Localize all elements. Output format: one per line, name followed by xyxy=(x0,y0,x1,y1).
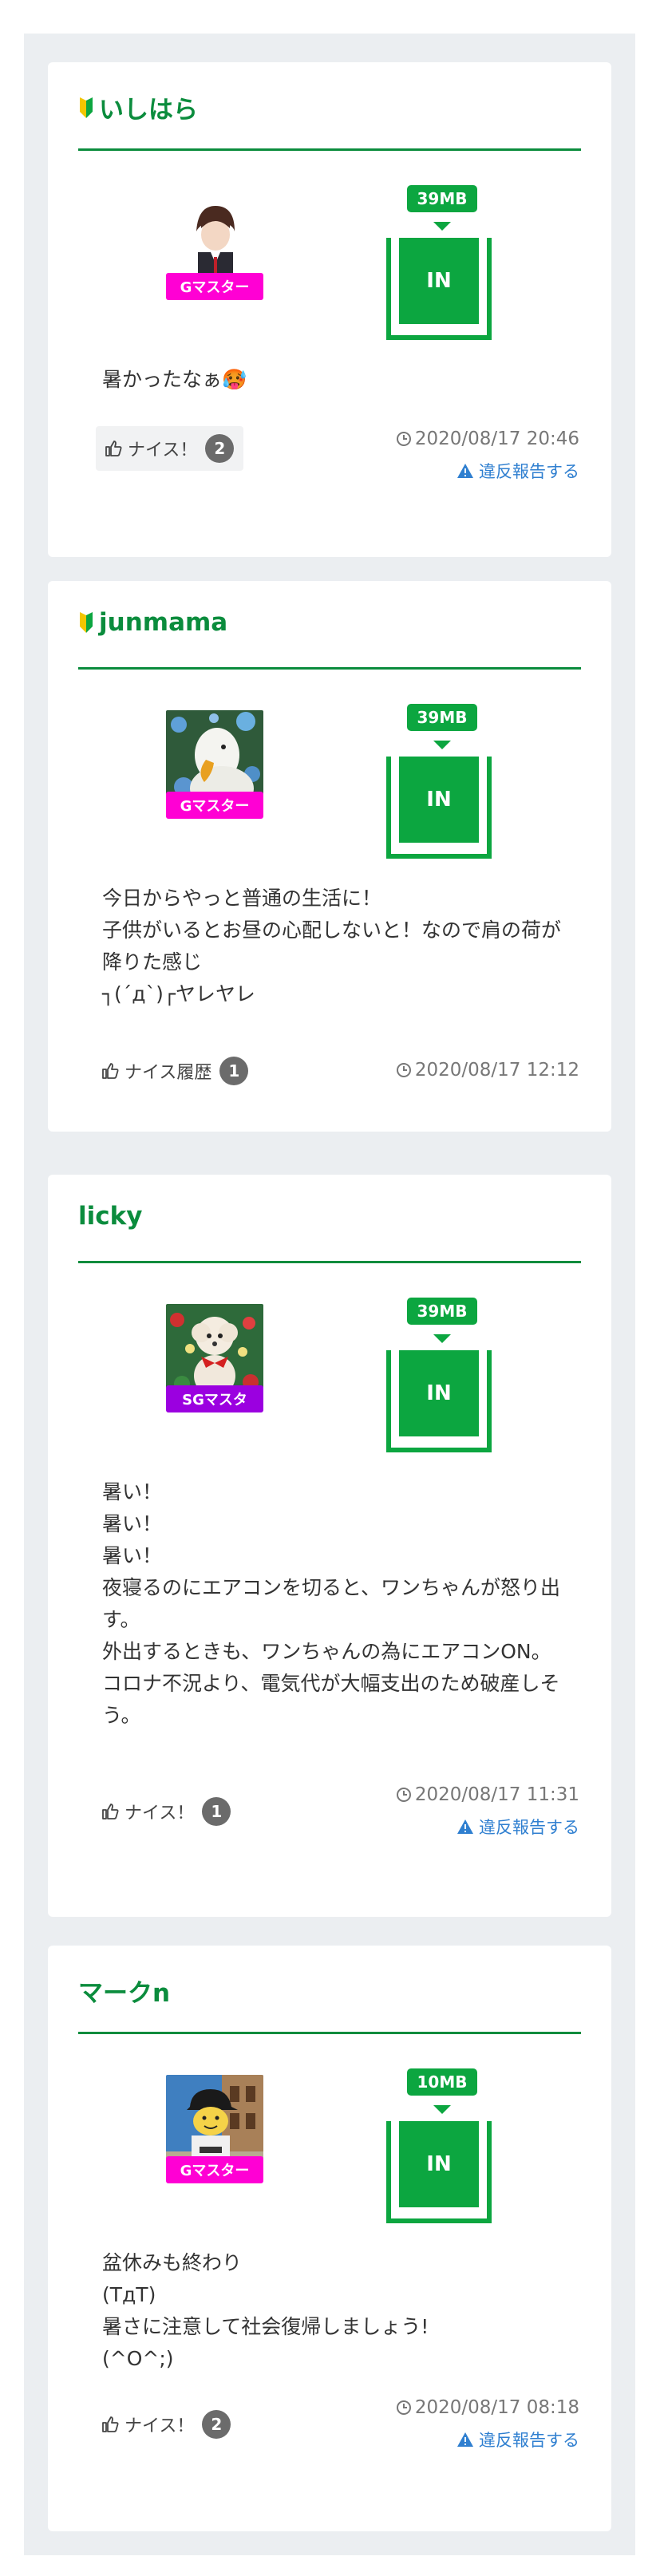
nice-label: ナイス！ xyxy=(125,1804,195,1823)
status-box: IN xyxy=(386,757,492,859)
post-body: 暑い！ 暑い！ 暑い！ 夜寝るのにエアコンを切ると、ワンちゃんが怒り出す。 外出… xyxy=(102,1480,561,1727)
post-date: 2020/08/17 12:12 xyxy=(396,1060,579,1081)
post-body: 盆休みも終わり (TдT) 暑さに注意して社会復帰しましょう! (^O^;) xyxy=(102,2251,429,2370)
nice-button[interactable]: ナイス！ 2 xyxy=(101,2402,231,2447)
post-author[interactable]: いしはら xyxy=(78,89,198,125)
status-box: IN xyxy=(386,2121,492,2223)
header-divider xyxy=(78,1261,581,1263)
post-author[interactable]: マークn xyxy=(78,1973,170,2009)
header-divider xyxy=(78,148,581,151)
nice-label: ナイス！ xyxy=(128,441,198,460)
post-date-text: 2020/08/17 12:12 xyxy=(414,1060,579,1081)
thumbs-up-icon xyxy=(102,1804,119,1819)
data-size-badge: 39MB xyxy=(407,185,477,212)
status-label: IN xyxy=(399,1350,479,1436)
warning-icon xyxy=(457,1819,473,1834)
post-author[interactable]: licky xyxy=(78,1202,142,1231)
warning-icon xyxy=(457,464,473,478)
rank-badge: Gマスター xyxy=(166,2156,263,2183)
nice-count: 1 xyxy=(219,1057,249,1085)
clock-icon xyxy=(396,2400,411,2415)
status-box: IN xyxy=(386,238,492,340)
post-card: licky SGマスタ 39MB IN 暑い！ 暑い！ 暑い！ 夜寝るのにエアコ… xyxy=(48,1175,611,1917)
data-size-badge: 39MB xyxy=(407,704,477,731)
thumbs-up-icon xyxy=(102,1063,119,1079)
nice-count: 2 xyxy=(205,434,235,463)
post-author[interactable]: junmama xyxy=(78,608,227,637)
data-size-badge: 39MB xyxy=(407,1298,477,1325)
nice-history-button[interactable]: ナイス履歴 1 xyxy=(101,1049,249,1093)
post-card: マークn Gマスター 10MB IN 盆休みも終わり (TдT) 暑さに注意して… xyxy=(48,1946,611,2531)
nice-count: 1 xyxy=(202,1797,231,1826)
report-label: 違反報告する xyxy=(479,462,579,481)
report-link[interactable]: 違反報告する xyxy=(457,1815,579,1839)
clock-icon xyxy=(396,1063,411,1077)
post-date: 2020/08/17 08:18 xyxy=(396,2397,579,2418)
rank-badge: Gマスター xyxy=(166,792,263,819)
report-label: 違反報告する xyxy=(479,1818,579,1837)
status-box: IN xyxy=(386,1350,492,1452)
thumbs-up-icon xyxy=(102,2416,119,2432)
data-size-badge: 10MB xyxy=(407,2068,477,2096)
post-feed: いしはら Gマスター 39MB IN 暑かったなぁ🥵 ナイス！ 2 2020/0… xyxy=(24,34,635,2555)
arrow-down-icon xyxy=(433,741,451,749)
thumbs-up-icon xyxy=(105,441,122,456)
post-author-name: licky xyxy=(78,1202,143,1231)
nice-label: ナイス！ xyxy=(125,2416,195,2436)
clock-icon xyxy=(396,432,411,446)
warning-icon xyxy=(457,2432,473,2447)
arrow-down-icon xyxy=(433,222,451,231)
report-link[interactable]: 違反報告する xyxy=(457,2428,579,2452)
clock-icon xyxy=(396,1788,411,1802)
rank-badge: SGマスタ xyxy=(166,1385,263,1412)
report-link[interactable]: 違反報告する xyxy=(457,459,579,483)
post-author-name: junmama xyxy=(99,608,228,637)
report-label: 違反報告する xyxy=(479,2431,579,2450)
status-label: IN xyxy=(399,757,479,843)
post-date: 2020/08/17 11:31 xyxy=(396,1784,579,1805)
post-card: いしはら Gマスター 39MB IN 暑かったなぁ🥵 ナイス！ 2 2020/0… xyxy=(48,62,611,557)
header-divider xyxy=(78,667,581,670)
post-date-text: 2020/08/17 20:46 xyxy=(414,429,579,449)
status-label: IN xyxy=(399,238,479,324)
arrow-down-icon xyxy=(433,1334,451,1343)
rank-badge: Gマスター xyxy=(166,273,263,300)
beginner-mark-icon xyxy=(80,612,93,633)
beginner-mark-icon xyxy=(80,97,93,118)
post-author-name: マークn xyxy=(78,1979,171,2008)
post-author-name: いしはら xyxy=(99,96,198,124)
nice-label: ナイス履歴 xyxy=(125,1063,212,1083)
nice-button[interactable]: ナイス！ 2 xyxy=(96,426,244,471)
post-date: 2020/08/17 20:46 xyxy=(396,429,579,449)
status-label: IN xyxy=(399,2121,479,2207)
post-body: 暑かったなぁ🥵 xyxy=(102,368,247,391)
post-body: 今日からやっと普通の生活に！ 子供がいるとお昼の心配しないと！なので肩の荷が降り… xyxy=(102,887,562,1006)
post-card: junmama Gマスター 39MB IN 今日からやっと普通の生活に！ 子供が… xyxy=(48,581,611,1132)
post-date-text: 2020/08/17 11:31 xyxy=(414,1784,579,1805)
nice-count: 2 xyxy=(202,2410,231,2439)
header-divider xyxy=(78,2032,581,2034)
post-date-text: 2020/08/17 08:18 xyxy=(414,2397,579,2418)
arrow-down-icon xyxy=(433,2105,451,2114)
nice-button[interactable]: ナイス！ 1 xyxy=(101,1789,231,1834)
